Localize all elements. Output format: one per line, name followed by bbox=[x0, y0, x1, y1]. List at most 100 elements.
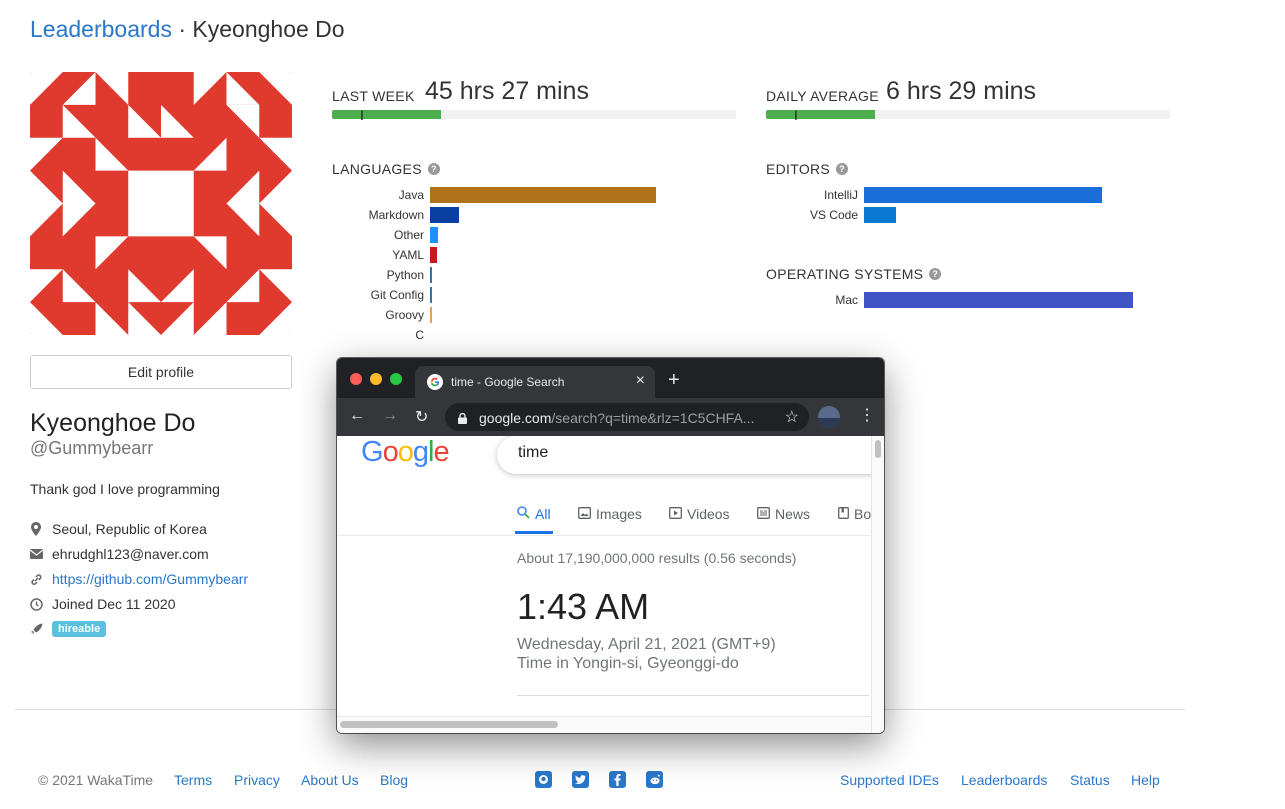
back-arrow-icon[interactable]: ← bbox=[349, 407, 365, 425]
bar-row: Git Config bbox=[326, 286, 430, 304]
bar-label: Groovy bbox=[385, 308, 424, 322]
tab-news-label: News bbox=[775, 506, 811, 522]
bar-mac[interactable] bbox=[864, 292, 1133, 308]
close-window-button[interactable] bbox=[350, 373, 362, 385]
bar-label: Java bbox=[398, 188, 424, 202]
vertical-scrollbar[interactable] bbox=[871, 436, 884, 733]
footer-link-status[interactable]: Status bbox=[1070, 772, 1110, 788]
bar-other[interactable] bbox=[430, 227, 438, 243]
bar-row: Python bbox=[326, 266, 430, 284]
bar-markdown[interactable] bbox=[430, 207, 459, 223]
bar-vs-code[interactable] bbox=[864, 207, 896, 223]
footer-link-leaderboards[interactable]: Leaderboards bbox=[961, 772, 1047, 788]
google-favicon-icon bbox=[427, 374, 443, 395]
tab-images[interactable]: Images bbox=[578, 506, 642, 522]
browser-window[interactable]: time - Google Search × + ← → ↻ google.co… bbox=[337, 358, 884, 733]
footer-blog[interactable]: Blog bbox=[380, 772, 408, 788]
text-cursor-icon: I bbox=[360, 107, 364, 123]
reload-icon[interactable]: ↻ bbox=[415, 407, 428, 427]
tab-all[interactable]: All bbox=[517, 506, 551, 522]
bar-label: YAML bbox=[392, 248, 424, 262]
bar-label: Markdown bbox=[368, 208, 424, 222]
breadcrumb-leaderboards[interactable]: Leaderboards bbox=[30, 16, 172, 42]
footer-status[interactable]: Status bbox=[1070, 772, 1110, 788]
bar-label: VS Code bbox=[809, 208, 858, 222]
breadcrumb-separator: · bbox=[171, 16, 193, 42]
footer-privacy[interactable]: Privacy bbox=[234, 772, 280, 788]
footer-link-about[interactable]: About Us bbox=[301, 772, 359, 788]
bar-label: IntelliJ bbox=[823, 188, 858, 202]
reddit-icon[interactable] bbox=[646, 771, 663, 788]
facebook-icon[interactable] bbox=[609, 771, 626, 788]
video-icon bbox=[669, 506, 682, 522]
languages-title: LANGUAGES bbox=[332, 161, 422, 177]
page-title: Leaderboards · Kyeonghoe Do bbox=[30, 16, 345, 43]
footer-link-supported-ides[interactable]: Supported IDEs bbox=[840, 772, 939, 788]
bar-java[interactable] bbox=[430, 187, 656, 203]
forward-arrow-icon[interactable]: → bbox=[382, 407, 398, 425]
browser-tab-bar: time - Google Search × + bbox=[337, 358, 884, 398]
time-location: Time in Yongin-si, Gyeonggi-do bbox=[517, 655, 739, 672]
footer-terms[interactable]: Terms bbox=[174, 772, 212, 788]
bar-yaml[interactable] bbox=[430, 247, 437, 263]
tab-news[interactable]: News bbox=[757, 506, 810, 522]
time-answer: 1:43 AM bbox=[517, 586, 650, 627]
new-tab-icon[interactable]: + bbox=[668, 370, 680, 390]
rocket-icon bbox=[30, 623, 52, 636]
help-icon[interactable]: ? bbox=[929, 268, 942, 280]
tab-images-label: Images bbox=[596, 506, 642, 522]
daily-average-value: 6 hrs 29 mins bbox=[886, 77, 1037, 105]
footer-link-terms[interactable]: Terms bbox=[174, 772, 212, 788]
footer-link-help[interactable]: Help bbox=[1131, 772, 1160, 788]
editors-heading: EDITORS ? bbox=[766, 161, 849, 177]
search-box[interactable]: time bbox=[497, 436, 884, 474]
horizontal-scrollbar[interactable] bbox=[337, 716, 871, 733]
bar-row: Other bbox=[326, 226, 430, 244]
daily-average-progress bbox=[766, 110, 1170, 119]
footer-leaderboards[interactable]: Leaderboards bbox=[961, 772, 1047, 788]
footer-supported-ides[interactable]: Supported IDEs bbox=[840, 772, 939, 788]
tab-videos[interactable]: Videos bbox=[669, 506, 730, 522]
bar-row: Markdown bbox=[326, 206, 430, 224]
bar-label: Python bbox=[386, 268, 424, 282]
bar-row: Groovy bbox=[326, 306, 430, 324]
map-marker-icon bbox=[30, 522, 52, 536]
footer-link-blog[interactable]: Blog bbox=[380, 772, 408, 788]
browser-tab[interactable]: time - Google Search × bbox=[415, 366, 655, 398]
location-row: Seoul, Republic of Korea bbox=[30, 519, 330, 539]
footer-help[interactable]: Help bbox=[1131, 772, 1160, 788]
last-week-label: LAST WEEK bbox=[332, 88, 415, 104]
bookmark-star-icon[interactable]: ☆ bbox=[785, 407, 799, 427]
minimize-window-button[interactable] bbox=[370, 373, 382, 385]
email-text: ehrudghl123@naver.com bbox=[52, 546, 209, 562]
edit-profile-button[interactable]: Edit profile bbox=[30, 355, 292, 389]
search-input[interactable]: time bbox=[518, 444, 548, 462]
vertical-scroll-thumb[interactable] bbox=[875, 440, 881, 458]
bar-git-config[interactable] bbox=[430, 287, 432, 303]
envelope-icon bbox=[30, 549, 52, 559]
profile-username: @Gummybearr bbox=[30, 438, 154, 458]
close-tab-icon[interactable]: × bbox=[636, 372, 645, 390]
bar-intellij[interactable] bbox=[864, 187, 1102, 203]
maximize-window-button[interactable] bbox=[390, 373, 402, 385]
github-icon[interactable] bbox=[535, 771, 552, 788]
google-logo[interactable]: Google bbox=[361, 436, 450, 469]
footer-link-privacy[interactable]: Privacy bbox=[234, 772, 280, 788]
bar-python[interactable] bbox=[430, 267, 432, 283]
horizontal-scroll-thumb[interactable] bbox=[340, 721, 558, 728]
bar-groovy[interactable] bbox=[430, 307, 432, 323]
profile-avatar-icon[interactable] bbox=[818, 406, 840, 428]
address-bar[interactable]: google.com/search?q=time&rlz=1C5CHFA... … bbox=[445, 403, 809, 431]
bar-row: VS Code bbox=[760, 206, 864, 224]
bar-label: Git Config bbox=[370, 288, 424, 302]
tab-books[interactable]: Bo bbox=[838, 506, 871, 522]
footer-about[interactable]: About Us bbox=[301, 772, 359, 788]
help-icon[interactable]: ? bbox=[427, 163, 440, 175]
website-row: https://github.com/Gummybearr bbox=[30, 569, 330, 589]
menu-kebab-icon[interactable]: ⋮ bbox=[859, 406, 875, 426]
twitter-icon[interactable] bbox=[572, 771, 589, 788]
tab-videos-label: Videos bbox=[687, 506, 730, 522]
help-icon[interactable]: ? bbox=[836, 163, 849, 175]
editors-title: EDITORS bbox=[766, 161, 831, 177]
website-link[interactable]: https://github.com/Gummybearr bbox=[52, 571, 248, 587]
